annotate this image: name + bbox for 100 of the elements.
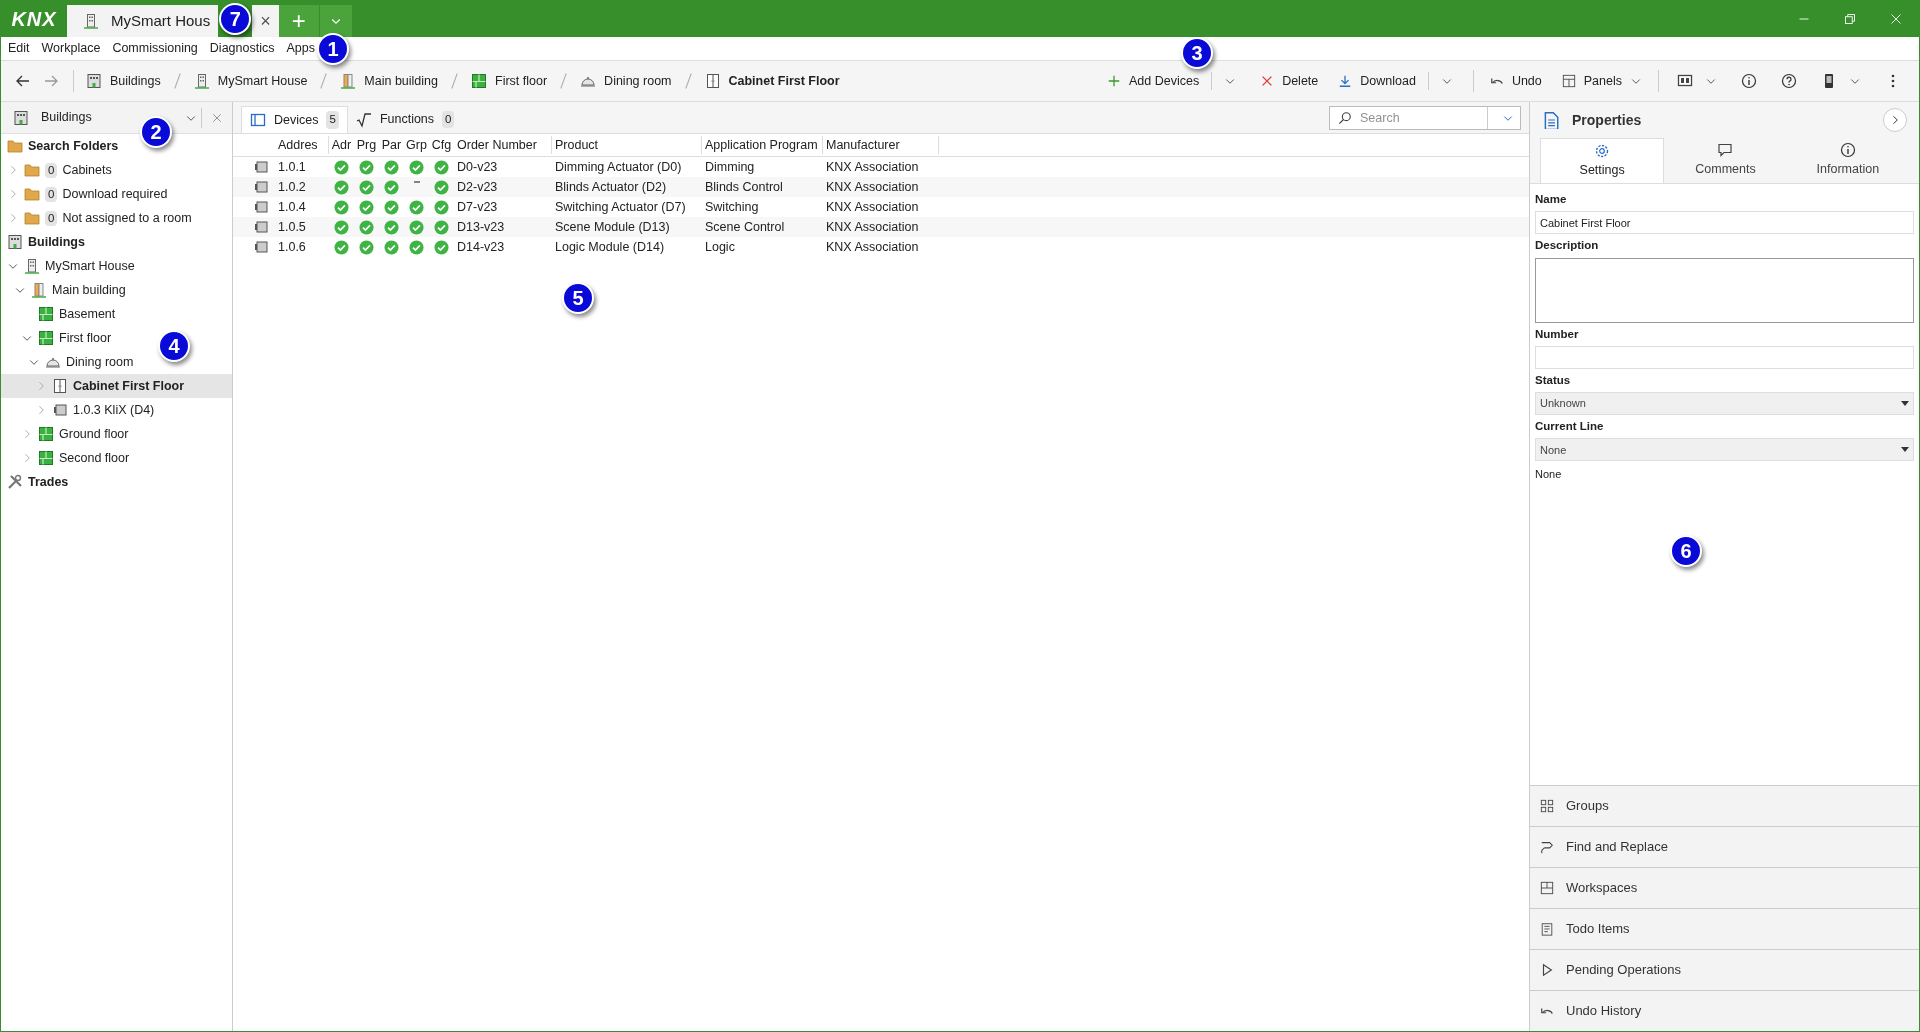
- tree-label: Main building: [52, 281, 126, 299]
- tree-label: Basement: [59, 305, 116, 323]
- text-area[interactable]: [1535, 257, 1914, 323]
- properties-tab[interactable]: Comments: [1664, 138, 1787, 183]
- tree-item[interactable]: Ground floor: [1, 422, 133, 446]
- breadcrumb-link[interactable]: Dining room: [576, 71, 676, 91]
- dropdown[interactable]: None: [1535, 438, 1914, 462]
- tab-list-button[interactable]: [319, 5, 352, 37]
- tree-item[interactable]: MySmart House: [1, 254, 139, 278]
- device-row[interactable]: 1.0.2 D2-v23 Blinds Actuator (D2) Blinds Control KNX Association: [233, 177, 1529, 197]
- callout-badge: 3: [1180, 37, 1213, 69]
- settings-icon: [1594, 142, 1611, 159]
- column-header[interactable]: Addres: [275, 135, 329, 155]
- properties-tab[interactable]: Information: [1786, 138, 1909, 183]
- tree-item[interactable]: Dining room: [1, 350, 138, 374]
- document-icon: [1542, 111, 1560, 129]
- tree-item[interactable]: Second floor: [1, 446, 134, 470]
- view-tab[interactable]: Devices 5: [241, 106, 348, 133]
- column-header[interactable]: Par: [379, 135, 404, 155]
- toolbar-button[interactable]: Panels: [1553, 67, 1650, 95]
- download-icon: [1338, 74, 1353, 88]
- tree-item[interactable]: 0 Download required: [1, 182, 172, 206]
- tree-label: Search Folders: [28, 137, 119, 155]
- text-field[interactable]: [1535, 345, 1914, 369]
- table-cell-text: Switching: [704, 198, 760, 216]
- check-icon: [384, 239, 399, 255]
- breadcrumb-link[interactable]: Buildings: [82, 71, 165, 91]
- table-cell-text: KNX Association: [825, 198, 920, 216]
- column-header[interactable]: Order Number: [454, 135, 552, 155]
- document-tab[interactable]: MySmart Hous: [67, 5, 219, 37]
- dropdown[interactable]: Unknown: [1535, 392, 1914, 415]
- toolbar-button[interactable]: Delete: [1252, 67, 1327, 95]
- tree-item[interactable]: 1.0.3 KliX (D4): [1, 398, 159, 422]
- find-replace-icon: [1540, 840, 1554, 854]
- close-icon: [1890, 13, 1902, 25]
- building-icon: [340, 73, 357, 89]
- breadcrumb-link[interactable]: First floor: [467, 71, 552, 91]
- tree-item[interactable]: Basement: [1, 302, 120, 326]
- table-cell-text: D0-v23: [456, 158, 499, 176]
- toolbar-button[interactable]: Add Devices: [1098, 67, 1249, 95]
- tree-label: Cabinets: [62, 161, 112, 179]
- tree-item[interactable]: Trades: [1, 470, 73, 494]
- table-cell-text: 1.0.6: [277, 238, 307, 256]
- menu-item[interactable]: Workplace: [41, 39, 101, 58]
- menu-item[interactable]: Commissioning: [112, 39, 198, 58]
- properties-tab[interactable]: Settings: [1540, 138, 1665, 183]
- toolbar-button[interactable]: Undo: [1481, 67, 1550, 95]
- folder-icon: [7, 138, 23, 154]
- collapse-panel-button[interactable]: [1883, 108, 1907, 132]
- device-row[interactable]: 1.0.5 D13-v23 Scene Module (D13) Scene Control KNX Association: [233, 217, 1529, 237]
- text-field[interactable]: Cabinet First Floor: [1535, 211, 1914, 235]
- dash-icon: [412, 179, 421, 184]
- tree-item[interactable]: 0 Cabinets: [1, 158, 116, 182]
- folder-icon: [24, 162, 40, 178]
- tree-item[interactable]: Cabinet First Floor: [1, 374, 232, 398]
- tree-item[interactable]: Search Folders: [1, 134, 123, 158]
- panel-title: Properties: [1572, 110, 1642, 130]
- check-icon: [384, 179, 399, 195]
- tools-icon: [7, 474, 23, 490]
- building-icon: [7, 234, 23, 250]
- table-cell-text: KNX Association: [825, 218, 920, 236]
- check-icon: [434, 239, 449, 255]
- menu-item[interactable]: Apps: [286, 39, 315, 58]
- close-tab-button[interactable]: ×: [252, 5, 279, 37]
- callout-badge: 4: [158, 330, 190, 362]
- tree-item[interactable]: Main building: [1, 278, 130, 302]
- breadcrumb-link[interactable]: MySmart House: [189, 71, 312, 91]
- table-cell-text: KNX Association: [825, 238, 920, 256]
- breadcrumb-link[interactable]: Cabinet First Floor: [700, 71, 844, 91]
- device-row[interactable]: 1.0.6 D14-v23 Logic Module (D14) Logic KNX Association: [233, 237, 1529, 257]
- column-header[interactable]: Adr: [329, 135, 354, 155]
- tree-item[interactable]: Buildings: [1, 230, 89, 254]
- monitor-icon: [1677, 73, 1693, 89]
- floor-plan-icon: [38, 426, 54, 442]
- device-icon: [253, 159, 269, 175]
- column-header[interactable]: Manufacturer: [823, 135, 939, 155]
- breadcrumb-link[interactable]: Main building: [336, 71, 442, 91]
- column-header[interactable]: Product: [552, 135, 702, 155]
- tree-item[interactable]: First floor: [1, 326, 116, 350]
- device-row[interactable]: 1.0.1 D0-v23 Dimming Actuator (D0) Dimming KNX Association: [233, 157, 1529, 177]
- menu-item[interactable]: Diagnostics: [209, 39, 275, 58]
- column-header[interactable]: Grp: [404, 135, 429, 155]
- table-cell-text: D13-v23: [456, 218, 506, 236]
- menu-item[interactable]: Edit: [8, 39, 30, 58]
- column-header[interactable]: Cfg: [429, 135, 454, 155]
- column-header[interactable]: Prg: [354, 135, 379, 155]
- count-badge: 0: [45, 162, 58, 178]
- view-tab[interactable]: Functions 0: [347, 106, 463, 133]
- tree-item[interactable]: 0 Not assigned to a room: [1, 206, 196, 230]
- device-row[interactable]: 1.0.4 D7-v23 Switching Actuator (D7) Switching KNX Association: [233, 197, 1529, 217]
- cabinet-icon: [704, 73, 721, 89]
- tree-label: Ground floor: [59, 425, 129, 443]
- toolbar-button[interactable]: Download: [1330, 67, 1465, 95]
- check-icon: [409, 159, 424, 175]
- column-header[interactable]: Application Program: [702, 135, 823, 155]
- close-icon: [212, 112, 222, 123]
- check-icon: [334, 159, 349, 175]
- search-input[interactable]: Search: [1360, 108, 1479, 128]
- search-field[interactable]: Search: [1329, 106, 1521, 130]
- table-cell-text: Blinds Actuator (D2): [554, 178, 668, 196]
